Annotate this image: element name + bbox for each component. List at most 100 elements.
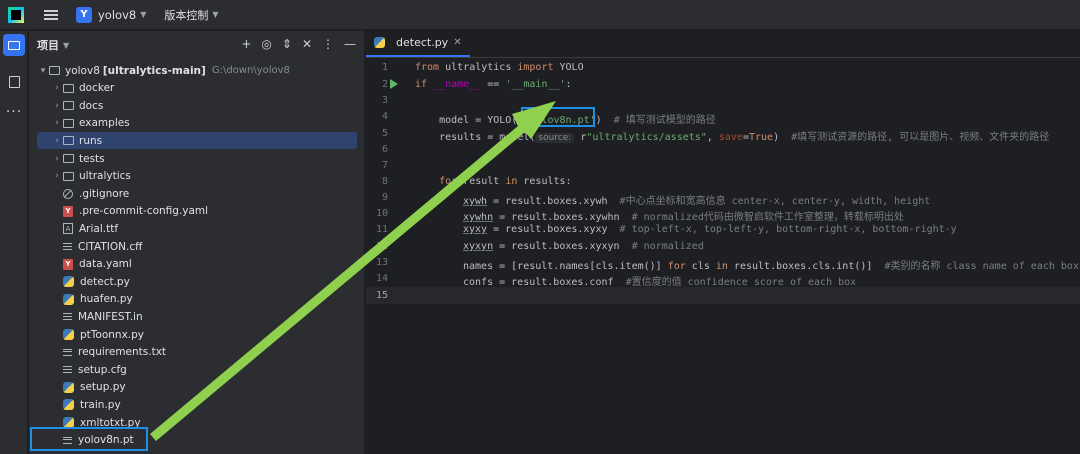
expand-all-icon[interactable]: ⇕: [282, 37, 292, 51]
tree-item-label: setup.cfg: [78, 363, 127, 376]
tree-item-label: runs: [79, 134, 103, 147]
tree-root-name: yolov8: [65, 64, 100, 77]
project-panel-header: 项目 ▼ + ◎ ⇕ ✕ ⋮ —: [29, 31, 364, 59]
new-file-icon[interactable]: +: [241, 37, 251, 51]
folder-icon: [49, 66, 60, 75]
chevron-down-icon[interactable]: ▾: [37, 66, 49, 76]
tree-item-label: data.yaml: [79, 258, 132, 271]
main-menu-icon[interactable]: [44, 9, 58, 20]
structure-tool-button[interactable]: [3, 71, 25, 93]
chevron-right-icon[interactable]: ›: [51, 101, 63, 111]
tree-item-label: docker: [79, 82, 115, 95]
tree-item[interactable]: MANIFEST.in: [37, 308, 357, 325]
code-line-2: if __name__ == '__main__':: [415, 79, 572, 90]
chevron-right-icon[interactable]: ›: [51, 136, 63, 146]
line-number: 9: [381, 192, 388, 203]
chevron-down-icon[interactable]: ▼: [212, 10, 218, 19]
tree-item[interactable]: › runs: [37, 132, 357, 150]
python-file-icon: [63, 329, 74, 340]
tree-item-label: .pre-commit-config.yaml: [79, 205, 209, 218]
tree-root-path: G:\down\yolov8: [211, 65, 290, 76]
line-number: 13: [375, 257, 388, 268]
run-gutter-icon[interactable]: [390, 79, 398, 89]
chevron-down-icon[interactable]: ▼: [63, 41, 69, 50]
collapse-all-icon[interactable]: ✕: [302, 37, 312, 51]
tree-item-label: huafen.py: [80, 293, 133, 306]
chevron-right-icon[interactable]: ›: [51, 118, 63, 128]
tree-root[interactable]: ▾ yolov8 [ultralytics-main] G:\down\yolo…: [37, 62, 357, 79]
text-file-icon: [63, 313, 72, 321]
chevron-right-icon[interactable]: ›: [51, 83, 63, 93]
line-number: 5: [381, 128, 388, 139]
tree-item[interactable]: setup.py: [37, 379, 357, 396]
project-badge[interactable]: Y: [76, 6, 92, 23]
tree-item[interactable]: huafen.py: [37, 291, 357, 308]
ignore-file-icon: [63, 188, 73, 199]
tree-item-label: train.py: [80, 398, 121, 411]
current-line-highlight: [366, 287, 1080, 304]
tree-item[interactable]: setup.cfg: [37, 361, 357, 378]
tree-item-label: ultralytics: [79, 170, 131, 183]
project-switcher[interactable]: yolov8: [98, 8, 136, 22]
code-line-1: from ultralytics import YOLO: [415, 62, 584, 73]
tree-item[interactable]: .gitignore: [37, 185, 357, 202]
project-panel-title[interactable]: 项目: [37, 37, 59, 53]
python-file-icon: [63, 399, 74, 411]
line-number: 12: [375, 241, 388, 252]
line-number: 6: [381, 144, 388, 155]
chevron-right-icon[interactable]: ›: [51, 171, 63, 181]
code-line-10: xywhn = result.boxes.xywhn # normalized代…: [463, 212, 904, 223]
code-line-14: confs = result.boxes.conf #置信度的值 confide…: [463, 277, 857, 288]
editor-area: detect.py ✕ 1 2 3 4 5 6 7 8 9 10 11 12 13 14 15 from u…: [366, 31, 1080, 454]
editor-tabs: detect.py ✕: [366, 31, 1080, 58]
tree-item[interactable]: CITATION.cff: [37, 238, 357, 255]
tab-detect-py[interactable]: detect.py ✕: [366, 30, 470, 57]
tree-item[interactable]: Ydata.yaml: [37, 256, 357, 273]
tree-item[interactable]: train.py: [37, 396, 357, 413]
tree-item-label: requirements.txt: [78, 346, 167, 359]
annotation-box-model-path: [521, 107, 595, 127]
code-line-8: for result in results:: [415, 176, 572, 187]
font-file-icon: A: [63, 223, 73, 235]
tree-item[interactable]: › examples: [37, 115, 357, 132]
text-file-icon: [63, 348, 72, 356]
tree-item-label: .gitignore: [79, 187, 130, 200]
line-number: 10: [375, 208, 388, 219]
vcs-menu[interactable]: 版本控制: [164, 7, 208, 23]
line-number: 8: [381, 176, 388, 187]
line-number: 7: [381, 160, 388, 171]
tree-item-label: setup.py: [80, 381, 126, 394]
close-icon[interactable]: ✕: [453, 37, 461, 48]
python-file-icon: [63, 293, 74, 305]
more-tools-icon[interactable]: ···: [3, 101, 25, 123]
folder-icon: [8, 40, 20, 50]
tree-item[interactable]: › ultralytics: [37, 168, 357, 185]
tree-item-label: CITATION.cff: [78, 240, 143, 253]
hide-icon[interactable]: —: [344, 37, 356, 51]
code-line-12: xyxyn = result.boxes.xyxyn # normalized: [463, 241, 704, 252]
code-line-13: names = [result.names[cls.item()] for cl…: [463, 261, 1079, 272]
locate-icon[interactable]: ◎: [261, 37, 271, 51]
project-tool-button[interactable]: [3, 34, 25, 56]
tree-item-label: Arial.ttf: [79, 222, 119, 235]
line-number: 11: [375, 224, 388, 235]
tree-item[interactable]: › docker: [37, 80, 357, 97]
tree-item[interactable]: › docs: [37, 97, 357, 114]
tree-item[interactable]: detect.py: [37, 273, 357, 290]
tree-item[interactable]: Y .pre-commit-config.yaml: [37, 203, 357, 220]
options-icon[interactable]: ⋮: [322, 37, 334, 51]
project-panel: 项目 ▼ + ◎ ⇕ ✕ ⋮ — ▾ yolov8 [ultralytics-m…: [29, 31, 365, 454]
tree-item[interactable]: requirements.txt: [37, 344, 357, 361]
tree-item[interactable]: ptToonnx.py: [37, 326, 357, 343]
tree-item[interactable]: › tests: [37, 150, 357, 167]
folder-icon: [63, 101, 74, 111]
tree-root-module: [ultralytics-main]: [102, 64, 206, 77]
package-folder-icon: [63, 171, 74, 181]
chevron-down-icon[interactable]: ▼: [140, 10, 146, 19]
tree-item[interactable]: A Arial.ttf: [37, 220, 357, 237]
tree-item-label: docs: [79, 99, 104, 112]
line-number: 1: [381, 62, 388, 73]
chevron-right-icon[interactable]: ›: [51, 154, 63, 164]
tree-item-label: MANIFEST.in: [78, 310, 143, 323]
tab-label: detect.py: [396, 36, 449, 49]
